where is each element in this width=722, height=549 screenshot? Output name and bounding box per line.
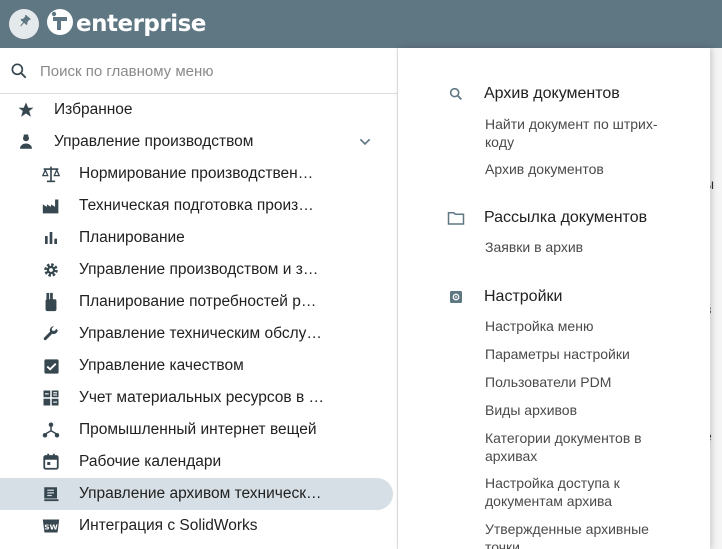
calendar-icon: [41, 452, 61, 472]
top-bar: enterprise: [0, 0, 722, 48]
menu-item-label: Техническая подготовка произ…: [79, 197, 314, 214]
menu-item-label: Избранное: [54, 101, 133, 118]
menu-subitem-tech-archive[interactable]: Управление архивом техническ…: [0, 478, 393, 510]
link-document-categories[interactable]: Категории документов в архивах: [485, 429, 685, 465]
archive-book-icon: [41, 484, 61, 504]
link-archive-access[interactable]: Настройка доступа к документам архива: [485, 474, 685, 510]
logo-mark-icon: [46, 8, 74, 41]
star-icon: [16, 100, 36, 120]
checkbox-icon: [41, 356, 61, 376]
pin-button[interactable]: [9, 9, 39, 39]
link-pdm-users[interactable]: Пользователи PDM: [485, 373, 685, 391]
menu-item-favorites[interactable]: Избранное: [0, 94, 398, 126]
pin-icon: [16, 14, 32, 35]
menu-item-label: Нормирование производствен…: [79, 165, 314, 182]
menu-search-input[interactable]: [40, 59, 380, 83]
menu-item-label: Учет материальных ресурсов в …: [79, 389, 325, 406]
network-icon: [41, 420, 61, 440]
submenu-panel: Архив документов Найти документ по штрих…: [398, 48, 710, 549]
app-logo[interactable]: enterprise: [46, 8, 206, 40]
settings-icon: [446, 287, 466, 307]
section-title-distribution: Рассылка документов: [484, 209, 648, 226]
link-approved-archive-points[interactable]: Утвержденные архивные точки: [485, 520, 685, 549]
bar-chart-icon: [41, 228, 61, 248]
menu-subitem-calendars[interactable]: Рабочие календари: [0, 446, 398, 478]
menu-item-label: Управление архивом техническ…: [79, 485, 322, 502]
main-menu-panel: Избранное Управление производством Норми…: [0, 48, 398, 549]
gear-icon: [41, 260, 61, 280]
menu-subitem-materials[interactable]: Учет материальных ресурсов в …: [0, 382, 398, 414]
menu-search: [0, 48, 398, 94]
svg-text:SW: SW: [44, 522, 57, 531]
factory-icon: [41, 196, 61, 216]
logo-text: enterprise: [76, 11, 206, 37]
calculator-icon: [41, 388, 61, 408]
menu-subitem-solidworks[interactable]: SW Интеграция с SolidWorks: [0, 510, 398, 542]
menu-subitem-iiot[interactable]: Промышленный интернет вещей: [0, 414, 398, 446]
wrench-icon: [41, 324, 61, 344]
menu-item-label: Управление производством: [54, 133, 254, 150]
menu-item-label: Управление производством и з…: [79, 261, 319, 278]
section-title-document-archive: Архив документов: [484, 85, 620, 102]
menu-subitem-quality[interactable]: Управление качеством: [0, 350, 398, 382]
link-archive-requests[interactable]: Заявки в архив: [485, 238, 685, 256]
menu-item-label: Промышленный интернет вещей: [79, 421, 317, 438]
folder-icon: [446, 208, 466, 228]
link-document-archive[interactable]: Архив документов: [485, 160, 685, 178]
link-settings-parameters[interactable]: Параметры настройки: [485, 345, 685, 363]
link-menu-settings[interactable]: Настройка меню: [485, 317, 685, 335]
solidworks-icon: SW: [41, 516, 61, 536]
menu-item-label: Управление качеством: [79, 357, 244, 374]
menu-subitem-planning[interactable]: Планирование: [0, 222, 398, 254]
menu-item-production[interactable]: Управление производством: [0, 126, 398, 158]
worker-icon: [16, 132, 36, 152]
menu-item-label: Планирование потребностей р…: [79, 293, 317, 310]
link-find-by-barcode[interactable]: Найти документ по штрих-кoду: [485, 115, 685, 151]
scales-icon: [41, 164, 61, 184]
search-icon: [9, 61, 29, 86]
hand-icon: [41, 292, 61, 312]
menu-subitem-production-mgmt[interactable]: Управление производством и з…: [0, 254, 398, 286]
menu-item-label: Интеграция с SolidWorks: [79, 517, 258, 534]
menu-item-label: Управление техническим обслу…: [79, 325, 322, 342]
section-title-settings: Настройки: [484, 288, 563, 305]
search-icon: [446, 84, 466, 104]
menu-item-label: Рабочие календари: [79, 453, 222, 470]
menu-subitem-tech-prep[interactable]: Техническая подготовка произ…: [0, 190, 398, 222]
menu-subitem-maintenance[interactable]: Управление техническим обслу…: [0, 318, 398, 350]
chevron-down-icon[interactable]: [357, 134, 373, 155]
menu-subitem-norming[interactable]: Нормирование производствен…: [0, 158, 398, 190]
menu-item-label: Планирование: [79, 229, 185, 246]
link-archive-types[interactable]: Виды архивов: [485, 401, 685, 419]
menu-subitem-resource-planning[interactable]: Планирование потребностей р…: [0, 286, 398, 318]
